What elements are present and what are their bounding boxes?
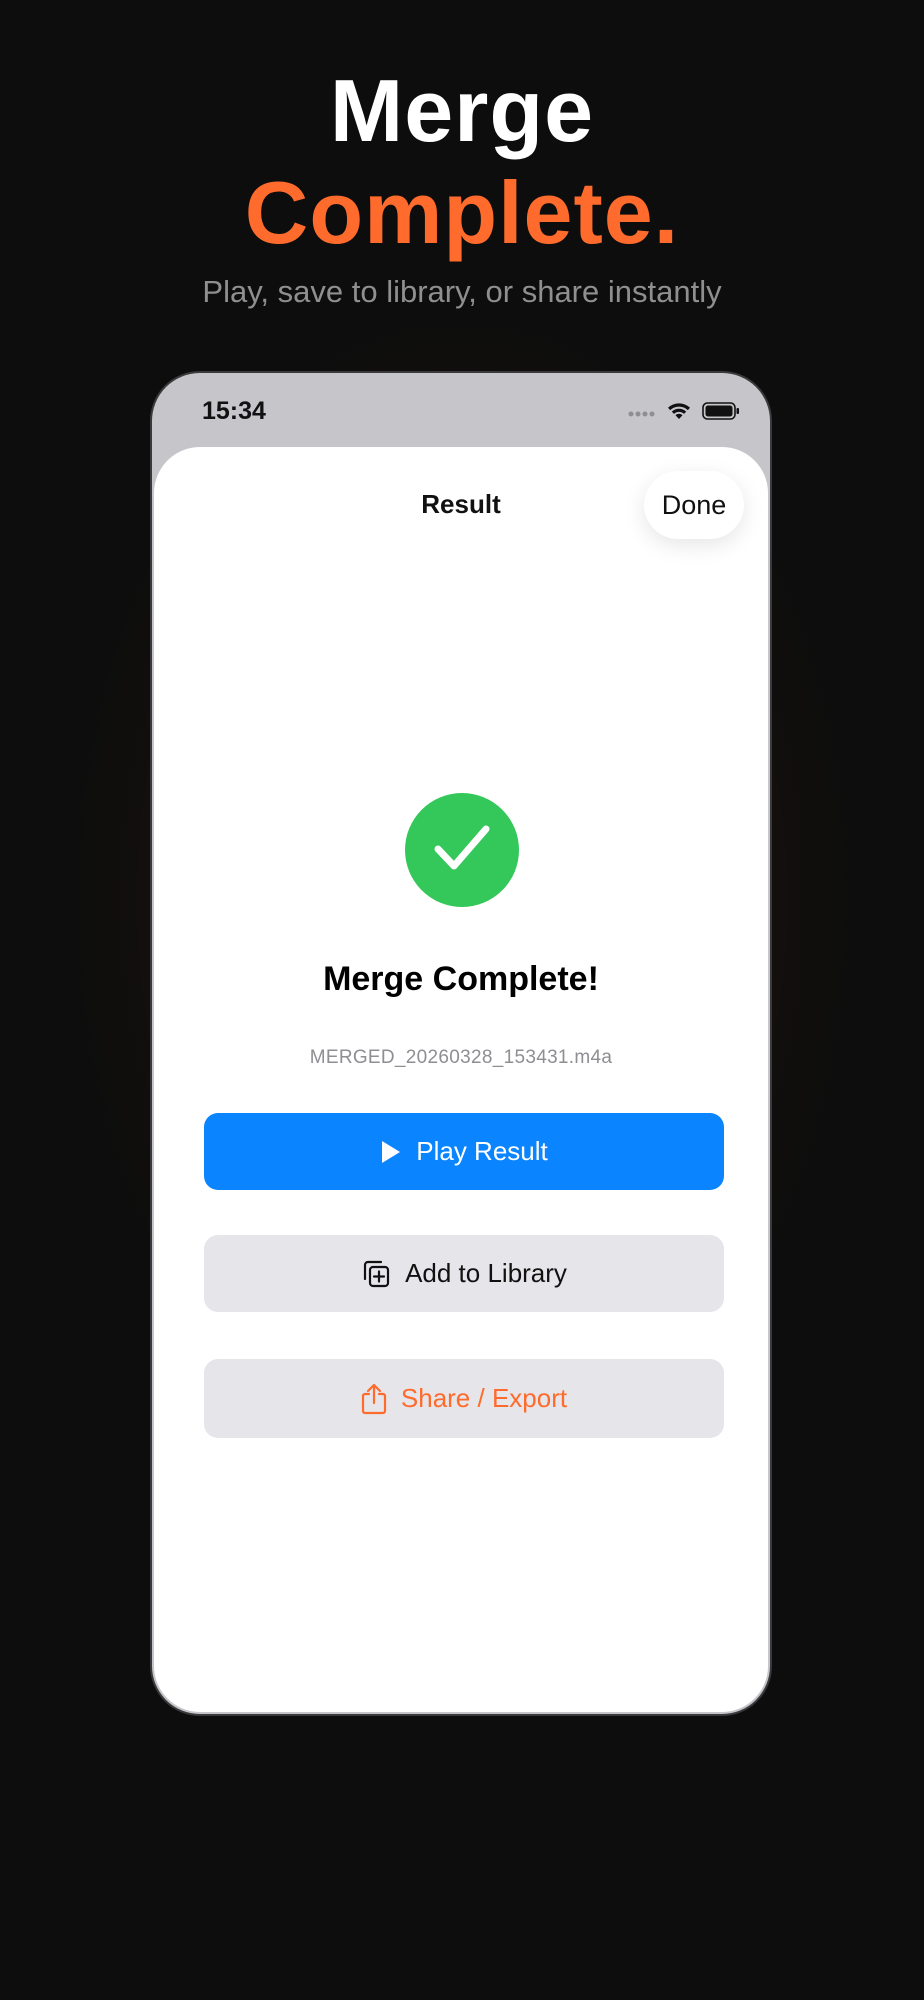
wifi-icon xyxy=(666,401,692,426)
share-export-label: Share / Export xyxy=(400,1383,568,1413)
add-to-library-icon xyxy=(361,1259,391,1289)
battery-icon xyxy=(702,401,740,426)
hero-header: Merge Complete. Play, save to library, o… xyxy=(0,60,924,312)
hero-title-line2: Complete. xyxy=(244,163,680,262)
hero-title-line1: Merge xyxy=(329,61,595,160)
checkmark-icon xyxy=(432,823,492,878)
status-icons xyxy=(628,401,740,426)
play-result-button[interactable]: Play Result xyxy=(204,1113,724,1190)
add-to-library-button[interactable]: Add to Library xyxy=(204,1235,724,1312)
done-button[interactable]: Done xyxy=(644,471,744,539)
file-name: MERGED_20260328_153431.m4a xyxy=(309,1047,613,1068)
status-time: 15:34 xyxy=(202,397,266,425)
result-title: Merge Complete! xyxy=(323,960,599,998)
share-export-button[interactable]: Share / Export xyxy=(204,1359,724,1438)
phone-frame: 15:34 Result Done Merge Complete! MERGED… xyxy=(150,371,772,1716)
hero-subtitle: Play, save to library, or share instantl… xyxy=(202,274,722,309)
add-to-library-label: Add to Library xyxy=(405,1258,567,1288)
status-bar: 15:34 xyxy=(152,373,770,449)
play-result-label: Play Result xyxy=(416,1136,548,1166)
share-icon xyxy=(361,1383,387,1415)
play-icon xyxy=(380,1139,402,1165)
result-sheet: Result Done Merge Complete! MERGED_20260… xyxy=(154,447,768,1712)
signal-dots-icon xyxy=(628,405,656,423)
success-badge xyxy=(405,793,519,907)
